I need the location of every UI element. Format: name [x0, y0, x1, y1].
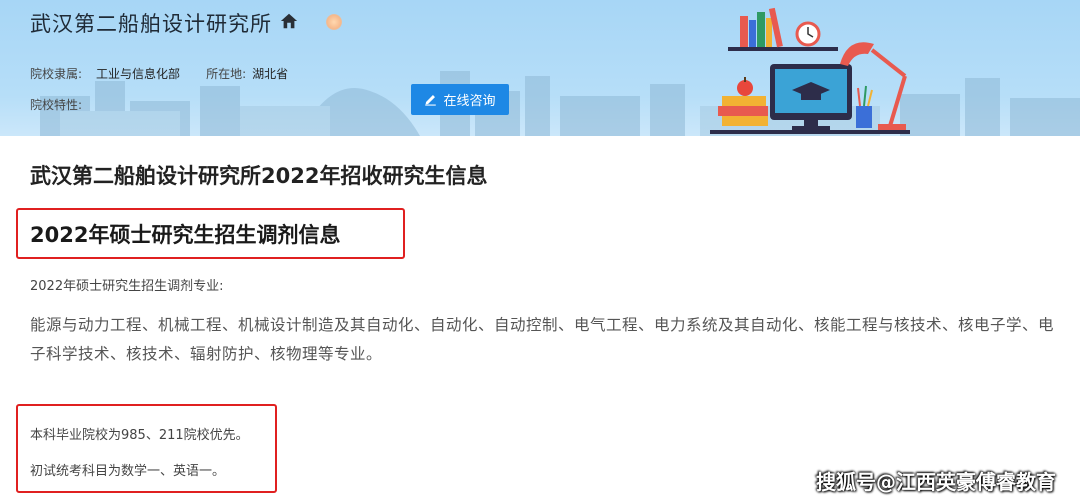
sun-decoration: [326, 14, 342, 30]
article-title: 武汉第二船舶设计研究所2022年招收研究生信息: [30, 164, 488, 188]
features-row: 院校特性:: [30, 96, 82, 113]
online-consult-button[interactable]: 在线咨询: [411, 84, 509, 115]
features-label: 院校特性:: [30, 98, 83, 112]
exam-subjects-note: 初试统考科目为数学一、英语一。: [30, 464, 226, 479]
affiliation-label: 院校隶属:: [30, 67, 83, 81]
location-value: 湖北省: [252, 67, 289, 81]
majors-label: 2022年硕士研究生招生调剂专业:: [30, 279, 224, 294]
affiliation-value: 工业与信息化部: [96, 67, 181, 81]
online-consult-label: 在线咨询: [443, 94, 496, 109]
institution-banner: 武汉第二船舶设计研究所 院校隶属: 工业与信息化部 所在地: 湖北省 院校特性: 在线…: [0, 0, 1080, 136]
highlight-box-notes: [16, 404, 277, 493]
location-label: 所在地:: [206, 67, 247, 81]
section-heading: 2022年硕士研究生招生调剂信息: [30, 223, 341, 247]
pencil-icon: [425, 95, 437, 106]
education-illustration: [710, 7, 910, 134]
home-icon[interactable]: [280, 12, 298, 30]
priority-note: 本科毕业院校为985、211院校优先。: [30, 428, 249, 443]
majors-list: 能源与动力工程、机械工程、机械设计制造及其自动化、自动化、自动控制、电气工程、电…: [30, 316, 1055, 363]
affiliation-row: 院校隶属: 工业与信息化部 所在地: 湖北省: [30, 65, 288, 82]
institution-name: 武汉第二船舶设计研究所: [30, 12, 272, 36]
source-watermark: 搜狐号@江西英豪傅睿教育: [816, 470, 1056, 494]
